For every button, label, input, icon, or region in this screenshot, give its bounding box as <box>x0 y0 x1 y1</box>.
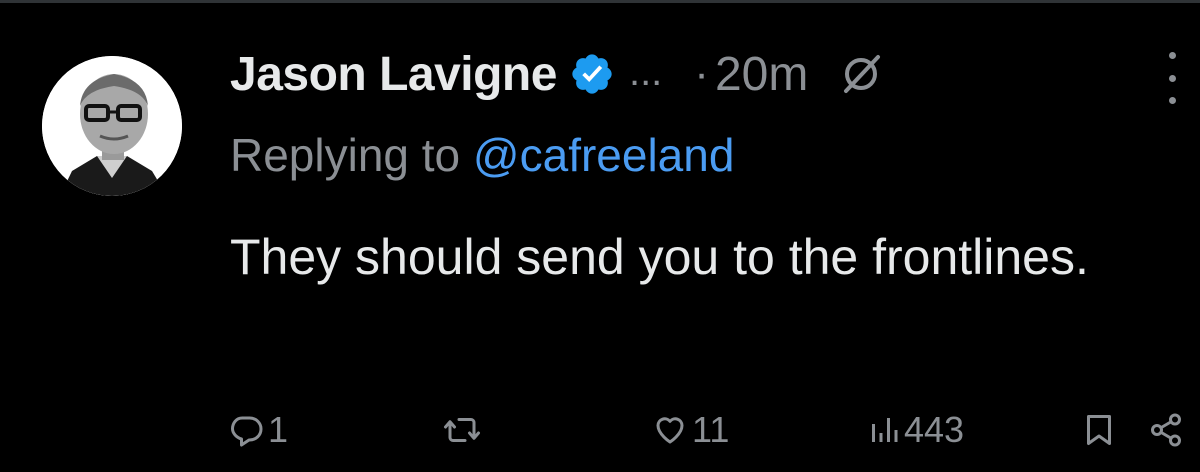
bookmark-icon <box>1082 412 1116 448</box>
reply-icon <box>228 412 264 448</box>
like-button[interactable]: 11 <box>652 400 729 460</box>
views-count: 443 <box>904 409 965 450</box>
heart-icon <box>652 412 688 448</box>
more-options-icon[interactable] <box>1160 52 1184 104</box>
grok-icon[interactable] <box>838 51 884 97</box>
reply-count: 1 <box>268 409 289 450</box>
separator-dot: · <box>694 49 709 98</box>
share-button[interactable] <box>1148 400 1184 460</box>
top-divider <box>0 0 1200 3</box>
action-bar: 1 11 443 <box>0 400 1200 460</box>
share-icon <box>1148 412 1184 448</box>
bookmark-button[interactable] <box>1082 400 1116 460</box>
views-button[interactable]: 443 <box>868 400 964 460</box>
tweet-text: They should send you to the frontlines. <box>230 229 1089 285</box>
author-name[interactable]: Jason Lavigne <box>230 47 557 102</box>
timestamp[interactable]: 20m <box>715 47 808 102</box>
like-count: 11 <box>692 409 730 450</box>
replying-to-label: Replying to <box>230 129 473 181</box>
replying-to-handle[interactable]: @cafreeland <box>473 129 735 181</box>
repost-icon <box>442 412 482 448</box>
verified-badge-icon <box>569 51 615 97</box>
avatar[interactable] <box>42 56 182 196</box>
views-icon <box>868 412 900 448</box>
tweet-header: Jason Lavigne ... · 20m <box>230 42 884 106</box>
reply-button[interactable]: 1 <box>228 400 288 460</box>
replying-to: Replying to @cafreeland <box>230 128 734 182</box>
name-truncation: ... <box>628 49 663 94</box>
repost-button[interactable] <box>442 400 486 460</box>
